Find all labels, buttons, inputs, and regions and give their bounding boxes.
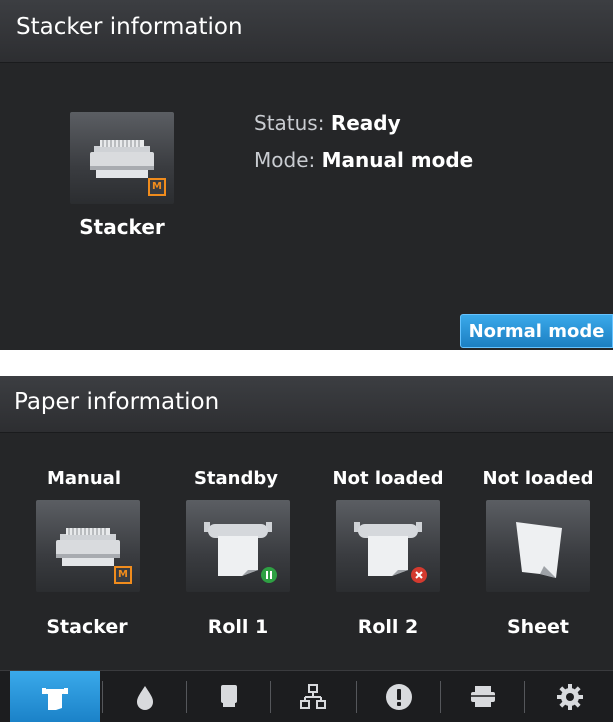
- status-line: Status: Ready: [254, 111, 401, 135]
- printhead-tab[interactable]: [188, 671, 270, 722]
- stacker-tile[interactable]: M: [36, 500, 140, 592]
- divider: [0, 432, 613, 433]
- pause-status-icon: [261, 567, 277, 583]
- sheet-tile[interactable]: [486, 500, 590, 592]
- printer-tab[interactable]: [442, 671, 524, 722]
- separator: [440, 681, 441, 713]
- alerts-tab[interactable]: [358, 671, 440, 722]
- separator: [356, 681, 357, 713]
- bottom-toolbar: [0, 670, 613, 722]
- printhead-icon: [221, 684, 237, 707]
- stacker-tile[interactable]: M: [70, 112, 174, 204]
- separator: [102, 681, 103, 713]
- status-value: Ready: [330, 111, 401, 135]
- status-key: Status:: [254, 111, 325, 135]
- ink-drop-icon: [137, 685, 153, 710]
- roll2-state: Not loaded: [332, 468, 444, 489]
- roll2-label: Roll 2: [357, 616, 419, 638]
- panel-header: Stacker information: [0, 0, 613, 62]
- sheet-label: Sheet: [506, 616, 570, 638]
- settings-tab[interactable]: [526, 671, 613, 722]
- sheet-state: Not loaded: [482, 468, 594, 489]
- printer-icon: [471, 685, 495, 707]
- stacker-state: Manual: [46, 468, 121, 489]
- panel-title: Stacker information: [16, 14, 243, 40]
- mode-key: Mode:: [254, 148, 316, 172]
- stacker-information-panel: Stacker information M Stacker Status: Re…: [0, 0, 613, 350]
- paper-icon: [42, 687, 68, 710]
- normal-mode-button[interactable]: Normal mode: [460, 314, 613, 348]
- paper-tab[interactable]: [10, 671, 100, 722]
- alert-icon: [386, 683, 412, 710]
- sheet-icon: [516, 522, 562, 578]
- ink-tab[interactable]: [104, 671, 186, 722]
- separator: [270, 681, 271, 713]
- manual-mode-badge-icon: M: [148, 178, 166, 196]
- roll2-tile[interactable]: [336, 500, 440, 592]
- separator: [186, 681, 187, 713]
- stacker-caption: Stacker: [79, 215, 165, 239]
- error-status-icon: [411, 567, 427, 583]
- paper-information-panel: Paper information Manual M Stacker Stand…: [0, 376, 613, 722]
- roll1-label: Roll 1: [207, 616, 269, 638]
- panel-title: Paper information: [14, 389, 220, 415]
- divider: [0, 62, 613, 63]
- network-tab[interactable]: [272, 671, 354, 722]
- mode-value: Manual mode: [321, 148, 474, 172]
- stacker-label: Stacker: [46, 616, 128, 638]
- settings-gear-icon: [556, 683, 583, 710]
- mode-line: Mode: Manual mode: [254, 148, 473, 172]
- roll1-state: Standby: [193, 468, 279, 489]
- separator: [524, 681, 525, 713]
- panel-header: Paper information: [0, 376, 613, 432]
- manual-mode-badge-icon: M: [114, 566, 132, 584]
- network-icon: [300, 683, 326, 709]
- roll1-tile[interactable]: [186, 500, 290, 592]
